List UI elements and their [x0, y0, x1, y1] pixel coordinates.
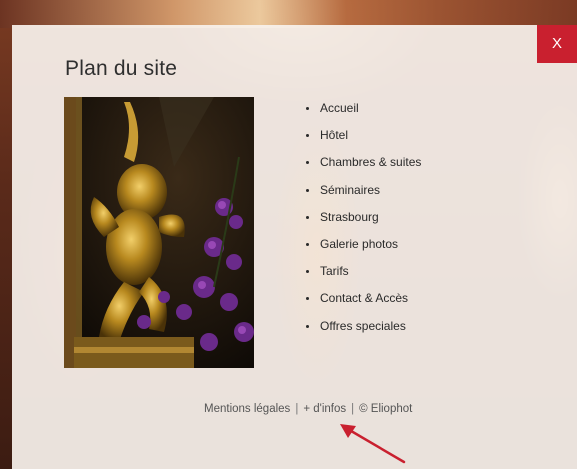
sitemap-link-tarifs[interactable]: Tarifs	[320, 264, 349, 278]
legal-link[interactable]: Mentions légales	[204, 403, 290, 415]
sitemap-item-galerie: Galerie photos	[306, 231, 421, 258]
sitemap-item-seminaires: Séminaires	[306, 177, 421, 204]
sitemap-link-chambres[interactable]: Chambres & suites	[320, 155, 421, 169]
sitemap-item-contact: Contact & Accès	[306, 285, 421, 312]
sitemap-item-chambres: Chambres & suites	[306, 149, 421, 176]
page: X Plan du site Accueil Hôtel Chambres & …	[0, 0, 577, 469]
sitemap-modal: X Plan du site Accueil Hôtel Chambres & …	[12, 25, 577, 469]
footer-separator: |	[351, 403, 355, 415]
sitemap-link-hotel[interactable]: Hôtel	[320, 128, 348, 142]
sitemap-link-offres[interactable]: Offres speciales	[320, 319, 406, 333]
more-info-link[interactable]: + d'infos	[303, 403, 346, 415]
sitemap-link-strasbourg[interactable]: Strasbourg	[320, 210, 379, 224]
cherub-photo	[64, 97, 254, 368]
copyright-link[interactable]: © Eliophot	[359, 403, 412, 415]
sitemap-item-accueil: Accueil	[306, 95, 421, 122]
cherub-photo-image	[64, 97, 254, 368]
sitemap-link-galerie[interactable]: Galerie photos	[320, 237, 398, 251]
sitemap-item-strasbourg: Strasbourg	[306, 204, 421, 231]
sitemap-item-tarifs: Tarifs	[306, 258, 421, 285]
sitemap-link-contact[interactable]: Contact & Accès	[320, 291, 408, 305]
footer-separator: |	[295, 403, 299, 415]
sitemap-list: Accueil Hôtel Chambres & suites Séminair…	[306, 95, 421, 340]
sitemap-item-hotel: Hôtel	[306, 122, 421, 149]
annotation-arrow-icon	[340, 424, 406, 464]
background-top-strip	[0, 0, 577, 28]
sitemap-link-seminaires[interactable]: Séminaires	[320, 183, 380, 197]
sitemap-item-offres: Offres speciales	[306, 313, 421, 340]
sitemap-link-accueil[interactable]: Accueil	[320, 101, 359, 115]
modal-footer: Mentions légales | + d'infos | © Eliophot	[204, 403, 412, 415]
modal-title: Plan du site	[65, 57, 178, 80]
close-button[interactable]: X	[537, 25, 577, 63]
